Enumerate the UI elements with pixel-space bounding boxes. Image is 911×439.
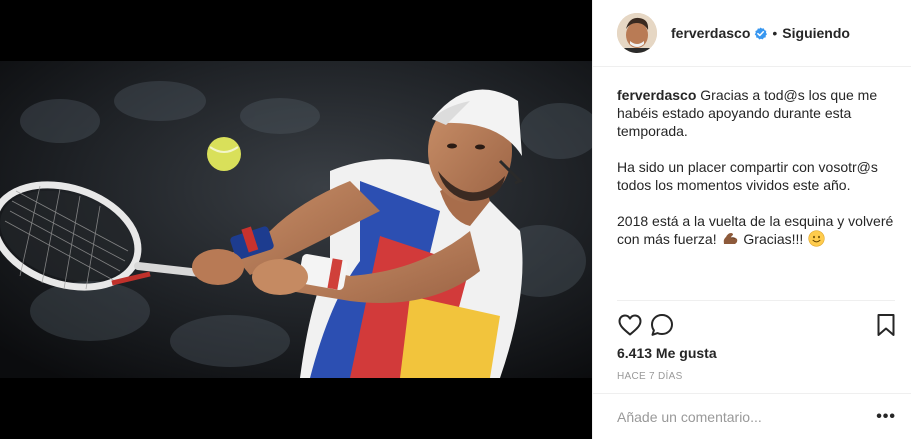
post-actions (617, 312, 905, 338)
post-side-panel: ferverdasco • Siguiendo ferverdasco Grac… (592, 0, 911, 439)
caption-closing: Gracias!!! (743, 231, 804, 247)
smiling-face-emoji (808, 230, 825, 251)
author-username[interactable]: ferverdasco (671, 25, 750, 41)
more-options-button[interactable]: ••• (876, 408, 896, 426)
heart-outline-icon[interactable] (617, 312, 643, 338)
flexed-biceps-emoji (722, 230, 739, 251)
speech-bubble-icon[interactable] (649, 312, 675, 338)
header-separator: • (772, 25, 778, 41)
post-timestamp[interactable]: HACE 7 DÍAS (617, 371, 683, 382)
actions-divider (617, 300, 895, 301)
comment-bar: ••• (593, 393, 911, 439)
caption-paragraph-2: Ha sido un placer compartir con vosotr@s… (617, 158, 897, 194)
caption-paragraph-1: ferverdasco Gracias a tod@s los que me h… (617, 86, 897, 140)
verified-badge-icon (754, 26, 768, 40)
likes-count[interactable]: 6.413 Me gusta (617, 345, 717, 361)
header-text: ferverdasco • Siguiendo (671, 25, 850, 41)
bookmark-icon[interactable] (873, 312, 899, 338)
post-photo-tennis-player[interactable] (0, 61, 592, 378)
instagram-post: ferverdasco • Siguiendo ferverdasco Grac… (0, 0, 911, 439)
comment-input[interactable] (617, 408, 876, 425)
avatar[interactable] (617, 13, 657, 53)
following-button[interactable]: Siguiendo (782, 25, 850, 41)
post-caption: ferverdasco Gracias a tod@s los que me h… (617, 86, 897, 269)
post-header: ferverdasco • Siguiendo (593, 0, 911, 67)
caption-paragraph-3: 2018 está a la vuelta de la esquina y vo… (617, 212, 897, 251)
post-media[interactable] (0, 0, 592, 439)
caption-text-2: Ha sido un placer compartir con vosotr@s… (617, 159, 878, 193)
caption-username[interactable]: ferverdasco (617, 87, 696, 103)
